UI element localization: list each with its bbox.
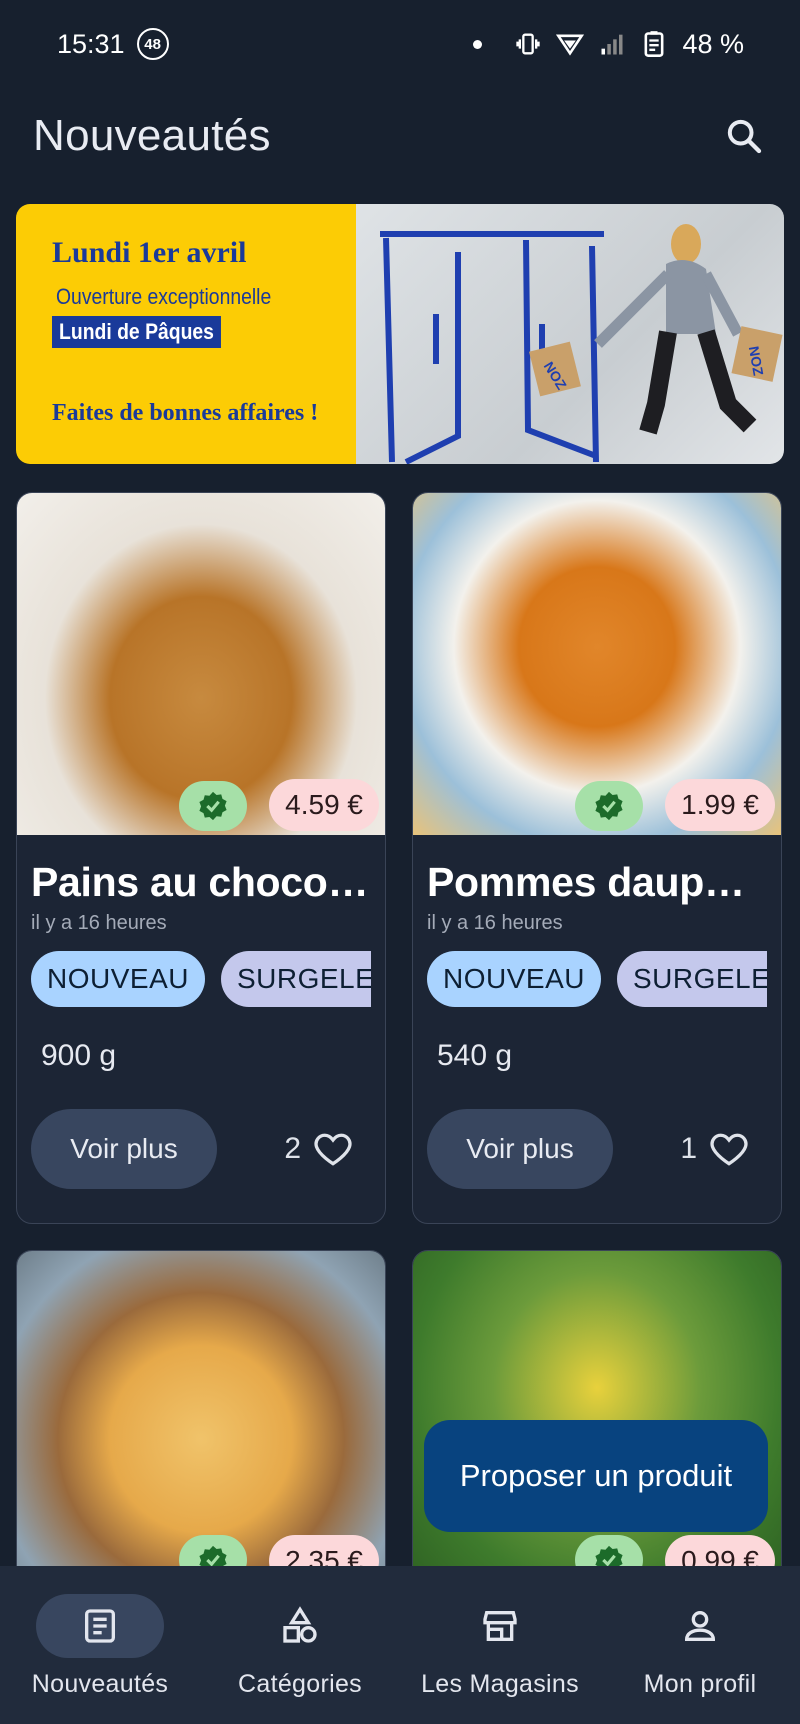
- bottom-navigation: Nouveautés Catégories Les Magasins Mon p…: [0, 1566, 800, 1724]
- status-left: 15:31 48: [57, 28, 169, 60]
- product-card[interactable]: 4.59 € Pains au chocol… il y a 16 heures…: [16, 492, 386, 1224]
- notification-dot-icon: [473, 39, 483, 49]
- voir-plus-button[interactable]: Voir plus: [31, 1109, 217, 1189]
- heart-icon: [314, 1133, 352, 1166]
- battery-icon: [645, 31, 664, 57]
- status-right: 48 %: [473, 29, 744, 60]
- battery-percent: 48 %: [682, 28, 744, 59]
- nav-item-profil[interactable]: Mon profil: [600, 1594, 800, 1724]
- banner-tag: Lundi de Pâques: [52, 316, 221, 348]
- like-count: 1: [680, 1132, 697, 1165]
- chip-row: NOUVEAU SURGELES: [31, 951, 371, 1009]
- chip-row: NOUVEAU SURGELES: [427, 951, 767, 1009]
- chip-frozen[interactable]: SURGELES: [616, 951, 767, 1007]
- nav-icon-container: [36, 1594, 164, 1658]
- verified-badge: [179, 781, 247, 831]
- product-card[interactable]: 1.99 € Pommes dauph… il y a 16 heures NO…: [412, 492, 782, 1224]
- nav-label: Mon profil: [643, 1670, 757, 1698]
- price-badge: 4.59 €: [269, 779, 379, 831]
- nav-label: Les Magasins: [421, 1670, 579, 1698]
- product-image: 1.99 €: [413, 493, 781, 835]
- nav-item-categories[interactable]: Catégories: [200, 1594, 400, 1724]
- product-weight: 540 g: [437, 1039, 513, 1072]
- product-title: Pains au chocol…: [31, 859, 371, 905]
- like-button[interactable]: 2: [284, 1127, 371, 1171]
- app-bar: Nouveautés: [0, 88, 800, 184]
- status-time: 15:31: [57, 28, 125, 59]
- like-button[interactable]: 1: [680, 1127, 767, 1171]
- product-title: Pommes dauph…: [427, 859, 767, 905]
- nav-icon-container: [236, 1594, 364, 1658]
- store-icon: [483, 1611, 517, 1641]
- verified-check-icon: [595, 791, 623, 821]
- banner-illustration: NOZ NOZ: [380, 224, 783, 464]
- nav-label: Catégories: [238, 1670, 362, 1698]
- card-body: Pommes dauph… il y a 16 heures NOUVEAU S…: [413, 835, 781, 1211]
- chip-new[interactable]: NOUVEAU: [31, 951, 205, 1007]
- card-body: Pains au chocol… il y a 16 heures NOUVEA…: [17, 835, 385, 1211]
- search-icon: [727, 119, 762, 154]
- search-button[interactable]: [716, 108, 772, 164]
- signal-icon: [601, 34, 623, 55]
- price-badge: 1.99 €: [665, 779, 775, 831]
- nav-icon-container: [436, 1594, 564, 1658]
- nav-label: Nouveautés: [31, 1670, 169, 1698]
- banner-cta: Faites de bonnes affaires !: [52, 400, 319, 426]
- product-image: 2.35 €: [17, 1251, 385, 1593]
- chip-frozen[interactable]: SURGELES: [220, 951, 371, 1007]
- wifi-icon: [556, 34, 585, 56]
- product-image: 4.59 €: [17, 493, 385, 835]
- propose-product-button[interactable]: Proposer un produit: [424, 1420, 768, 1532]
- card-actions: Voir plus 2: [31, 1109, 371, 1189]
- verified-check-icon: [199, 791, 227, 821]
- like-count: 2: [284, 1132, 301, 1165]
- article-icon: [85, 1609, 115, 1643]
- banner-image: NOZ NOZ: [356, 204, 784, 464]
- voir-plus-button[interactable]: Voir plus: [427, 1109, 613, 1189]
- banner-date: Lundi 1er avril: [52, 236, 247, 269]
- banner-text-panel: Lundi 1er avril Ouverture exceptionnelle…: [16, 204, 356, 464]
- notification-count-badge: 48: [136, 28, 169, 60]
- product-time: il y a 16 heures: [31, 912, 167, 934]
- verified-badge: [575, 781, 643, 831]
- shapes-icon: [283, 1606, 317, 1643]
- nav-item-magasins[interactable]: Les Magasins: [400, 1594, 600, 1724]
- product-weight: 900 g: [41, 1039, 117, 1072]
- product-time: il y a 16 heures: [427, 912, 563, 934]
- nav-icon-container: [636, 1594, 764, 1658]
- card-actions: Voir plus 1: [427, 1109, 767, 1189]
- person-icon: [684, 1611, 716, 1641]
- status-bar: 15:31 48 48 %: [0, 0, 800, 88]
- vibrate-icon: [516, 33, 541, 55]
- nav-item-nouveautes[interactable]: Nouveautés: [0, 1594, 200, 1724]
- page-title: Nouveautés: [33, 111, 271, 160]
- promo-banner[interactable]: Lundi 1er avril Ouverture exceptionnelle…: [16, 204, 784, 464]
- banner-subtitle: Ouverture exceptionnelle: [56, 284, 272, 309]
- heart-icon: [710, 1133, 748, 1166]
- chip-new[interactable]: NOUVEAU: [427, 951, 601, 1007]
